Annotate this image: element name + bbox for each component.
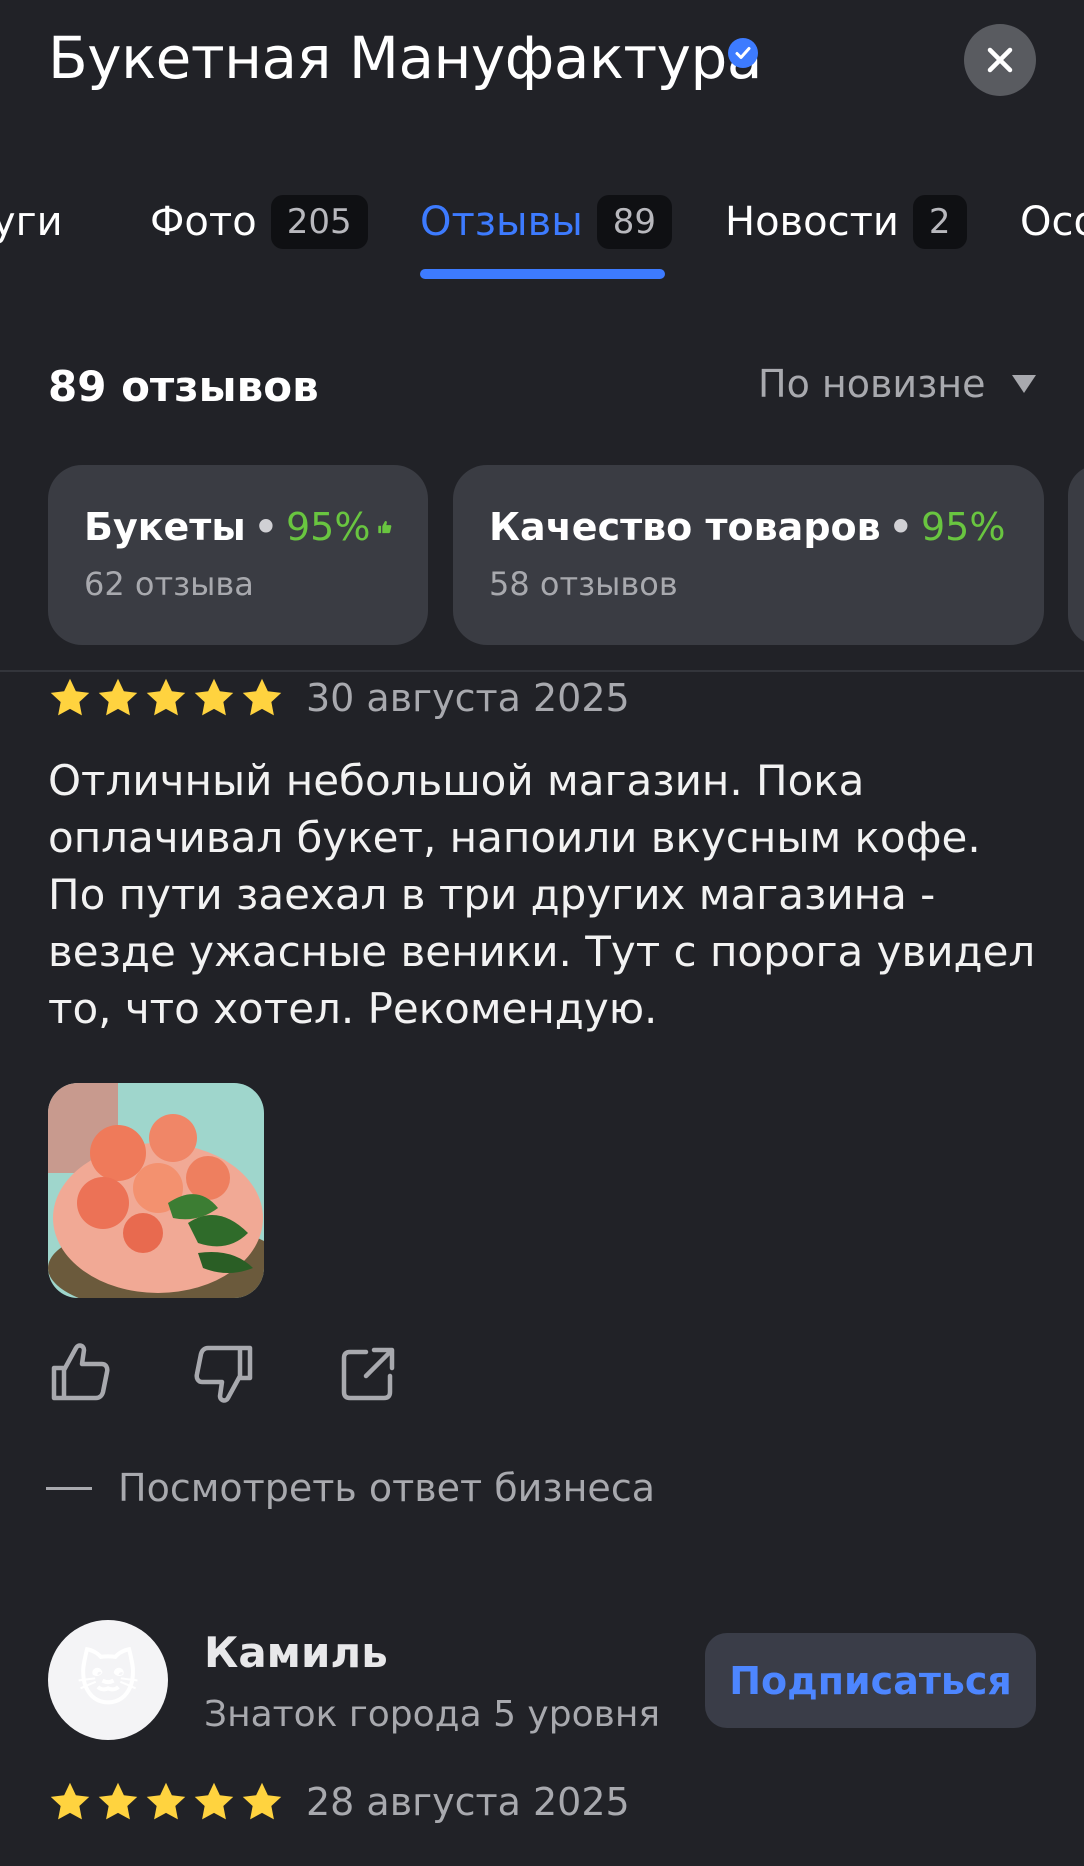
category-percent: 95% [920, 505, 1006, 549]
share-icon[interactable] [336, 1342, 400, 1406]
active-tab-indicator [420, 269, 665, 279]
tab-label: Услуги [0, 199, 63, 245]
star-icon [242, 1782, 282, 1820]
page-title: Букетная Мануфактура [48, 24, 762, 92]
tab-count-badge: 2 [912, 195, 967, 249]
thumbs-up-icon [378, 520, 392, 534]
category-card-bouquets[interactable]: Букеты • 95% 62 отзыва [48, 465, 428, 645]
view-business-reply[interactable]: Посмотреть ответ бизнеса [46, 1466, 655, 1510]
star-icon [50, 678, 90, 716]
tab-label: Особенности [1020, 199, 1084, 245]
sort-arrow-icon [1011, 375, 1036, 393]
category-card-next[interactable] [1068, 465, 1084, 645]
tab-label: Отзывы [420, 199, 583, 245]
sort-dropdown[interactable]: По новизне [758, 362, 1036, 406]
dislike-icon[interactable] [192, 1342, 256, 1406]
subscribe-button[interactable]: Подписаться [705, 1633, 1036, 1728]
category-name: Качество товаров [489, 505, 881, 549]
review-date: 30 августа 2025 [306, 676, 630, 720]
star-icon [146, 1782, 186, 1820]
star-icon [194, 1782, 234, 1820]
tab-reviews[interactable]: Отзывы 89 [420, 190, 673, 254]
star-icon [98, 1782, 138, 1820]
divider [0, 670, 1084, 672]
tab-services[interactable]: Услуги [0, 190, 63, 254]
review-rating [48, 1780, 284, 1824]
tab-bar: Услуги Фото 205 Отзывы 89 Новости 2 Особ… [0, 190, 1084, 280]
close-button[interactable] [964, 24, 1036, 96]
author-level: Знаток города 5 уровня [204, 1694, 661, 1735]
tab-label: Новости [725, 199, 899, 245]
star-icon [146, 678, 186, 716]
review-photo[interactable] [48, 1083, 264, 1298]
author-name[interactable]: Камиль [204, 1628, 388, 1677]
sort-label: По новизне [758, 362, 986, 406]
avatar[interactable]: 🐱 [48, 1620, 168, 1740]
review-date: 28 августа 2025 [306, 1780, 630, 1824]
review-text: Отличный небольшой магазин. Пока оплачив… [48, 756, 1036, 1033]
like-icon[interactable] [48, 1340, 112, 1404]
separator-dot: • [888, 505, 913, 549]
star-icon [194, 678, 234, 716]
tab-features[interactable]: Особенности [1020, 190, 1084, 254]
star-icon [242, 678, 282, 716]
separator-dot: • [253, 505, 278, 549]
star-icon [50, 1782, 90, 1820]
star-icon [98, 678, 138, 716]
tab-label: Фото [150, 199, 257, 245]
business-reply-label: Посмотреть ответ бизнеса [118, 1466, 655, 1510]
category-reviews: 62 отзыва [84, 565, 254, 603]
dash-line [46, 1486, 92, 1490]
tab-news[interactable]: Новости 2 [725, 190, 967, 254]
tab-count-badge: 205 [270, 195, 368, 249]
close-icon [987, 47, 1013, 73]
verified-icon [728, 38, 758, 68]
category-percent: 95% [285, 505, 371, 549]
review-rating [48, 676, 284, 720]
reviews-count: 89 отзывов [48, 362, 319, 411]
category-card-quality[interactable]: Качество товаров • 95% 58 отзывов [453, 465, 1044, 645]
category-name: Букеты [84, 505, 246, 549]
category-reviews: 58 отзывов [489, 565, 678, 603]
tab-photos[interactable]: Фото 205 [150, 190, 368, 254]
tab-count-badge: 89 [596, 195, 673, 249]
avatar-emoji: 🐱 [76, 1645, 140, 1715]
